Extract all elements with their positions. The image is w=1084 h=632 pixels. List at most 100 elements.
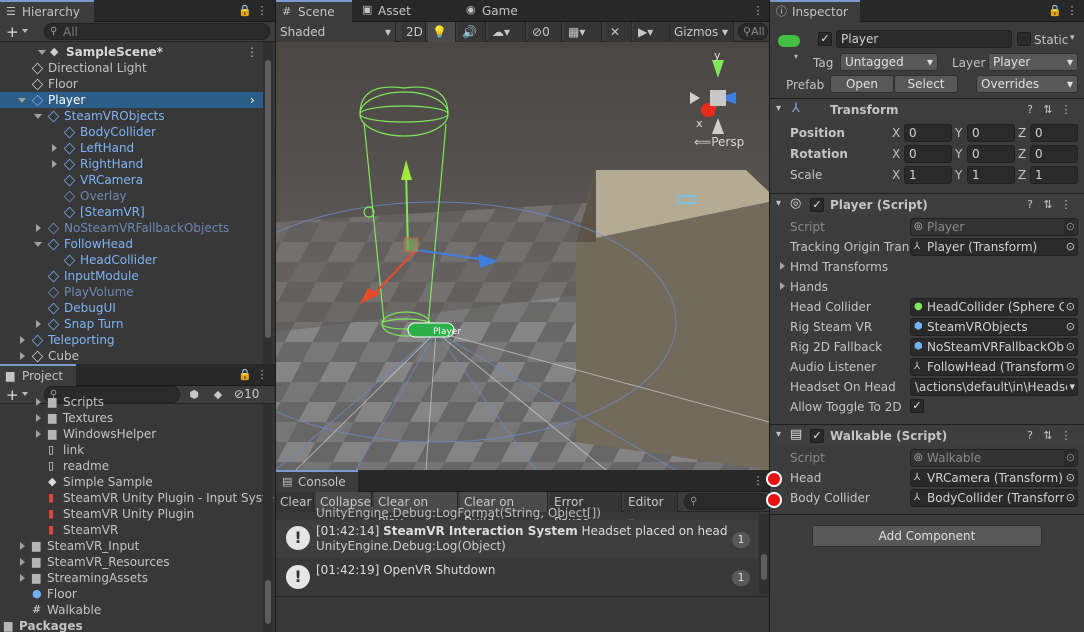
transform-y-field[interactable]: 0 bbox=[967, 145, 1015, 163]
hierarchy-item[interactable]: VRCamera bbox=[0, 172, 263, 188]
project-item[interactable]: ▮ SteamVR Unity Plugin - Input System bbox=[0, 490, 275, 506]
object-reference-field[interactable]: ◎ Walkable ⊙ bbox=[910, 449, 1078, 467]
chevron-down-icon[interactable]: ▾ bbox=[1070, 33, 1075, 43]
object-picker-icon[interactable]: ⊙ bbox=[1063, 319, 1075, 335]
console-search-input[interactable]: ⚲ bbox=[684, 493, 769, 510]
hierarchy-item[interactable]: Floor bbox=[0, 76, 263, 92]
hierarchy-item[interactable]: HeadCollider bbox=[0, 252, 263, 268]
hierarchy-item[interactable]: InputModule bbox=[0, 268, 263, 284]
transform-x-field[interactable]: 0 bbox=[904, 124, 952, 142]
project-item[interactable]: ▆ StreamingAssets bbox=[0, 570, 263, 586]
transform-z-field[interactable]: 1 bbox=[1030, 166, 1078, 184]
transform-y-field[interactable]: 1 bbox=[967, 166, 1015, 184]
hierarchy-item[interactable]: NoSteamVRFallbackObjects bbox=[0, 220, 263, 236]
player-script-header[interactable]: ▾ ◎ ✓ Player (Script) ? ⇅ ⋮ bbox=[770, 193, 1084, 215]
tools-toggle[interactable]: ✕ bbox=[606, 22, 632, 42]
walkable-script-header[interactable]: ▾ ▤ ✓ Walkable (Script) ? ⇅ ⋮ bbox=[770, 424, 1084, 446]
project-item[interactable]: ▯ link bbox=[0, 442, 263, 458]
object-reference-field[interactable]: ◎ Player ⊙ bbox=[910, 218, 1078, 236]
hierarchy-item[interactable]: ◆ SampleScene* ⋮ bbox=[0, 44, 263, 60]
project-item[interactable]: ▆ Scripts bbox=[0, 394, 263, 410]
tab-inspector[interactable]: ⓘ Inspector bbox=[770, 0, 860, 22]
object-picker-icon[interactable]: ⊙ bbox=[1063, 470, 1075, 486]
layer-dropdown[interactable]: Player ▾ bbox=[988, 53, 1078, 71]
menu-kebab-icon[interactable]: ⋮ bbox=[256, 5, 268, 17]
object-reference-field[interactable]: ⅄ VRCamera (Transform) ⊙ bbox=[910, 469, 1078, 487]
chevron-right-icon[interactable]: › bbox=[250, 92, 255, 108]
console-scrollbar[interactable] bbox=[759, 514, 769, 594]
object-reference-field[interactable]: ⅄ FollowHead (Transform) ⊙ bbox=[910, 358, 1078, 376]
help-icon[interactable]: ? bbox=[1024, 104, 1036, 116]
console-entry[interactable]: ! [01:42:14] SteamVR Interaction System … bbox=[276, 520, 758, 558]
object-reference-field[interactable]: ⬢ SteamVRObjects ⊙ bbox=[910, 318, 1078, 336]
allow-toggle-checkbox[interactable]: ✓ bbox=[910, 399, 924, 413]
hierarchy-item[interactable]: Cube bbox=[0, 348, 263, 364]
transform-y-field[interactable]: 0 bbox=[967, 124, 1015, 142]
add-icon[interactable]: + bbox=[6, 23, 19, 41]
project-item[interactable]: ▆ SteamVR_Input bbox=[0, 538, 263, 554]
object-reference-field[interactable]: ⅄ Player (Transform) ⊙ bbox=[910, 238, 1078, 256]
hierarchy-item[interactable]: LeftHand bbox=[0, 140, 263, 156]
hierarchy-item[interactable]: BodyCollider bbox=[0, 124, 263, 140]
prefab-open-button[interactable]: Open bbox=[830, 75, 894, 93]
hidden-objects-toggle[interactable]: ⊘0 bbox=[528, 22, 562, 42]
component-enabled-checkbox[interactable]: ✓ bbox=[810, 198, 824, 212]
object-picker-icon[interactable]: ⊙ bbox=[1063, 450, 1075, 466]
hierarchy-item[interactable]: Directional Light bbox=[0, 60, 263, 76]
hierarchy-item[interactable]: Snap Turn bbox=[0, 316, 263, 332]
project-item[interactable]: ▮ SteamVR bbox=[0, 522, 263, 538]
presets-icon[interactable]: ⇅ bbox=[1042, 104, 1054, 116]
project-item[interactable]: ● Floor bbox=[0, 586, 263, 602]
project-item[interactable]: ▆ SteamVR_Resources bbox=[0, 554, 263, 570]
project-item[interactable]: ▆ Packages bbox=[0, 618, 263, 632]
object-picker-icon[interactable]: ⊙ bbox=[1063, 359, 1075, 375]
menu-kebab-icon[interactable]: ⋮ bbox=[1060, 199, 1072, 211]
project-item[interactable]: ▆ Textures bbox=[0, 410, 263, 426]
gizmos-dropdown[interactable]: Gizmos ▾ bbox=[670, 22, 734, 42]
object-reference-field[interactable]: ● HeadCollider (Sphere C ⊙ bbox=[910, 298, 1078, 316]
grid-snap-dropdown[interactable]: ▦▾ bbox=[564, 22, 602, 42]
perspective-label[interactable]: ⟸Persp bbox=[694, 134, 744, 150]
object-picker-icon[interactable]: ⊙ bbox=[1063, 219, 1075, 235]
lock-icon[interactable]: 🔒 bbox=[238, 369, 252, 381]
hierarchy-item[interactable]: SteamVRObjects bbox=[0, 108, 263, 124]
menu-kebab-icon[interactable]: ⋮ bbox=[752, 475, 764, 487]
object-reference-field[interactable]: ⅄ BodyCollider (Transform ⊙ bbox=[910, 489, 1078, 507]
active-checkbox[interactable]: ✓ bbox=[818, 32, 832, 46]
object-reference-field[interactable]: \actions\default\in\Headse ▾ bbox=[910, 378, 1078, 396]
project-item[interactable]: # Walkable bbox=[0, 602, 263, 618]
object-picker-icon[interactable]: ⊙ bbox=[1063, 339, 1075, 355]
tab-game[interactable]: ◉ Game bbox=[460, 0, 530, 22]
prefab-select-button[interactable]: Select bbox=[894, 75, 958, 93]
prefab-overrides-dropdown[interactable]: Overrides ▾ bbox=[976, 75, 1078, 93]
component-enabled-checkbox[interactable]: ✓ bbox=[810, 429, 824, 443]
scene-search-input[interactable]: ⚲All bbox=[738, 23, 768, 40]
hierarchy-search-input[interactable]: ⚲ All bbox=[44, 23, 270, 40]
object-picker-icon[interactable]: ⊙ bbox=[1063, 239, 1075, 255]
object-reference-field[interactable]: ⬢ NoSteamVRFallbackOb ⊙ bbox=[910, 338, 1078, 356]
hierarchy-item[interactable]: DebugUI bbox=[0, 300, 263, 316]
2d-toggle-button[interactable]: 2D bbox=[402, 22, 426, 42]
transform-component-header[interactable]: ▾ ⅄ Transform ? ⇅ ⋮ bbox=[770, 98, 1084, 120]
tab-hierarchy[interactable]: ☰ Hierarchy bbox=[0, 0, 94, 22]
lock-icon[interactable]: 🔒 bbox=[238, 5, 252, 17]
project-item[interactable]: ◆ Simple Sample bbox=[0, 474, 263, 490]
menu-kebab-icon[interactable]: ⋮ bbox=[1066, 5, 1078, 17]
menu-kebab-icon[interactable]: ⋮ bbox=[1060, 104, 1072, 116]
project-scrollbar[interactable] bbox=[263, 404, 273, 632]
hierarchy-item[interactable]: Player › bbox=[0, 92, 263, 108]
hierarchy-item[interactable]: [SteamVR] bbox=[0, 204, 263, 220]
tab-scene[interactable]: # Scene bbox=[276, 0, 352, 22]
console-entry[interactable]: ! [01:42:19] OpenVR Shutdown 1 bbox=[276, 558, 758, 596]
project-item[interactable]: ▮ SteamVR Unity Plugin bbox=[0, 506, 263, 522]
help-icon[interactable]: ? bbox=[1024, 430, 1036, 442]
object-picker-icon[interactable]: ⊙ bbox=[1063, 490, 1075, 506]
tab-asset-store[interactable]: ▣Asset Store bbox=[356, 0, 450, 41]
chevron-down-icon[interactable] bbox=[22, 29, 28, 33]
presets-icon[interactable]: ⇅ bbox=[1042, 430, 1054, 442]
effects-dropdown[interactable]: ☁▾ bbox=[488, 22, 526, 42]
shading-mode-dropdown[interactable]: Shaded ▾ bbox=[276, 22, 396, 42]
hierarchy-item[interactable]: FollowHead bbox=[0, 236, 263, 252]
lock-icon[interactable]: 🔒 bbox=[1048, 5, 1062, 17]
transform-z-field[interactable]: 0 bbox=[1030, 124, 1078, 142]
